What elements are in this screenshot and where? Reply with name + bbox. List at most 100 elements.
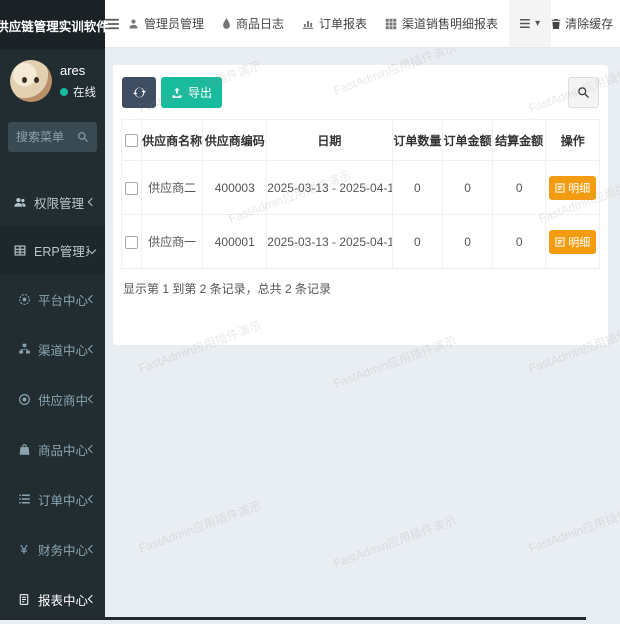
users-icon xyxy=(12,196,28,209)
cell-order-amount: 0 xyxy=(443,161,493,215)
list-icon xyxy=(16,493,32,505)
detail-button-label: 明细 xyxy=(568,234,590,250)
app-brand: 供应链管理实训软件 xyxy=(0,0,105,50)
user-status-label: 在线 xyxy=(73,84,96,100)
col-header-settlement-amount: 结算金额 xyxy=(492,120,546,161)
sidebar: 供应链管理实训软件 ares 在线 权限管理 ERP管 xyxy=(0,0,105,620)
user-avatar xyxy=(10,60,52,102)
grid-icon xyxy=(385,18,397,30)
row-checkbox[interactable] xyxy=(125,182,138,195)
cell-supplier-name: 供应商二 xyxy=(142,161,203,215)
user-icon xyxy=(128,18,139,30)
sidebar-item-platform-center[interactable]: 平台中心 xyxy=(0,274,105,324)
online-dot-icon xyxy=(60,88,68,96)
sidebar-item-label: 订单中心 xyxy=(38,490,89,509)
trash-icon xyxy=(551,18,561,30)
chevron-left-icon xyxy=(88,545,96,553)
export-button[interactable]: 导出 xyxy=(161,77,222,108)
tab-label: 订单报表 xyxy=(319,15,367,32)
table-toolbar: 导出 xyxy=(113,65,608,119)
sidebar-item-label: 权限管理 xyxy=(34,193,89,212)
tab-channel-sales-detail-report[interactable]: 渠道销售明细报表 xyxy=(376,0,507,47)
sidebar-item-permissions[interactable]: 权限管理 xyxy=(0,178,105,226)
table-row: 供应商一 400001 2025-03-13 - 2025-04-13 0 0 … xyxy=(122,215,600,269)
user-status: 在线 xyxy=(60,84,96,100)
chevron-left-icon xyxy=(88,495,96,503)
table-search-button[interactable] xyxy=(568,77,599,108)
cell-date: 2025-03-13 - 2025-04-13 xyxy=(267,161,392,215)
caret-down-icon: ▾ xyxy=(535,18,540,29)
sidebar-item-product-center[interactable]: 商品中心 xyxy=(0,424,105,474)
cell-date: 2025-03-13 - 2025-04-13 xyxy=(267,215,392,269)
file-report-icon xyxy=(16,593,32,606)
sidebar-search xyxy=(8,122,97,152)
upload-icon xyxy=(171,87,183,99)
sidebar-item-label: 商品中心 xyxy=(38,440,89,459)
report-table: 供应商名称 供应商编码 日期 订单数量 订单金额 结算金额 操作 供应商二 40… xyxy=(121,119,600,269)
cell-supplier-code: 400003 xyxy=(203,161,267,215)
currency-yuan-icon: ¥ xyxy=(16,542,32,557)
sidebar-item-label: ERP管理系统 xyxy=(34,241,89,260)
chevron-left-icon xyxy=(88,395,96,403)
col-header-order-amount: 订单金额 xyxy=(443,120,493,161)
cell-supplier-code: 400001 xyxy=(203,215,267,269)
shopping-bag-icon xyxy=(16,443,32,456)
col-header-supplier-code: 供应商编码 xyxy=(203,120,267,161)
watermark: FastAdmin应用插件演示 xyxy=(136,496,263,556)
clear-cache-label: 清除缓存 xyxy=(565,15,613,32)
detail-icon xyxy=(555,237,565,247)
main-content: FastAdmin应用插件演示 FastAdmin应用插件演示 FastAdmi… xyxy=(105,48,620,620)
table-header-row: 供应商名称 供应商编码 日期 订单数量 订单金额 结算金额 操作 xyxy=(122,120,600,161)
chevron-left-icon xyxy=(88,295,96,303)
refresh-icon xyxy=(133,86,146,99)
sidebar-item-label: 供应商中心 xyxy=(38,390,89,409)
tab-product-log[interactable]: 商品日志 xyxy=(213,0,293,47)
col-header-supplier-name: 供应商名称 xyxy=(142,120,203,161)
sidebar-item-label: 渠道中心 xyxy=(38,340,89,359)
droplet-icon xyxy=(222,18,231,30)
sidebar-user-panel: ares 在线 xyxy=(0,50,105,110)
search-icon xyxy=(577,86,590,99)
cell-settlement-amount: 0 xyxy=(492,161,546,215)
sidebar-search-input[interactable] xyxy=(16,130,77,144)
report-panel: 导出 供应商名称 供应商编码 日期 订单数量 订单金额 结算金额 xyxy=(113,65,608,345)
chevron-left-icon xyxy=(88,595,96,603)
tab-admin-management[interactable]: 管理员管理 xyxy=(119,0,213,47)
chevron-left-icon xyxy=(88,345,96,353)
detail-button[interactable]: 明细 xyxy=(549,176,596,200)
sidebar-item-supplier-center[interactable]: 供应商中心 xyxy=(0,374,105,424)
cell-order-qty: 0 xyxy=(392,215,443,269)
refresh-button[interactable] xyxy=(122,77,156,108)
export-label: 导出 xyxy=(188,84,212,101)
top-navbar: 管理员管理 商品日志 订单报表 渠道销售明细报表 ▾ 清除缓存 xyxy=(105,0,620,48)
tab-label: 渠道销售明细报表 xyxy=(402,15,498,32)
watermark: FastAdmin应用插件演示 xyxy=(526,496,620,556)
row-checkbox[interactable] xyxy=(125,236,138,249)
watermark: FastAdmin应用插件演示 xyxy=(331,511,458,571)
sidebar-item-label: 报表中心 xyxy=(38,590,89,609)
pagination-summary: 显示第 1 到第 2 条记录，总共 2 条记录 xyxy=(113,269,608,308)
cell-order-qty: 0 xyxy=(392,161,443,215)
tab-order-report[interactable]: 订单报表 xyxy=(293,0,376,47)
clear-cache-button[interactable]: 清除缓存 xyxy=(551,15,613,32)
cell-order-amount: 0 xyxy=(443,215,493,269)
tab-label: 商品日志 xyxy=(236,15,284,32)
dot-circle-icon xyxy=(16,393,32,406)
user-name: ares xyxy=(60,63,96,78)
col-header-order-qty: 订单数量 xyxy=(392,120,443,161)
cell-supplier-name: 供应商一 xyxy=(142,215,203,269)
tab-label: 管理员管理 xyxy=(144,15,204,32)
sidebar-item-finance-center[interactable]: ¥ 财务中心 xyxy=(0,524,105,574)
detail-button[interactable]: 明细 xyxy=(549,230,596,254)
sidebar-item-order-center[interactable]: 订单中心 xyxy=(0,474,105,524)
sidebar-item-channel-center[interactable]: 渠道中心 xyxy=(0,324,105,374)
sidebar-item-erp-system[interactable]: ERP管理系统 xyxy=(0,226,105,274)
detail-icon xyxy=(555,183,565,193)
table-row: 供应商二 400003 2025-03-13 - 2025-04-13 0 0 … xyxy=(122,161,600,215)
search-icon xyxy=(77,131,89,143)
col-header-actions: 操作 xyxy=(546,120,600,161)
select-all-checkbox[interactable] xyxy=(125,134,138,147)
gear-icon xyxy=(16,293,32,306)
chevron-left-icon xyxy=(88,445,96,453)
tabs-dropdown-toggle[interactable]: ▾ xyxy=(509,0,551,47)
